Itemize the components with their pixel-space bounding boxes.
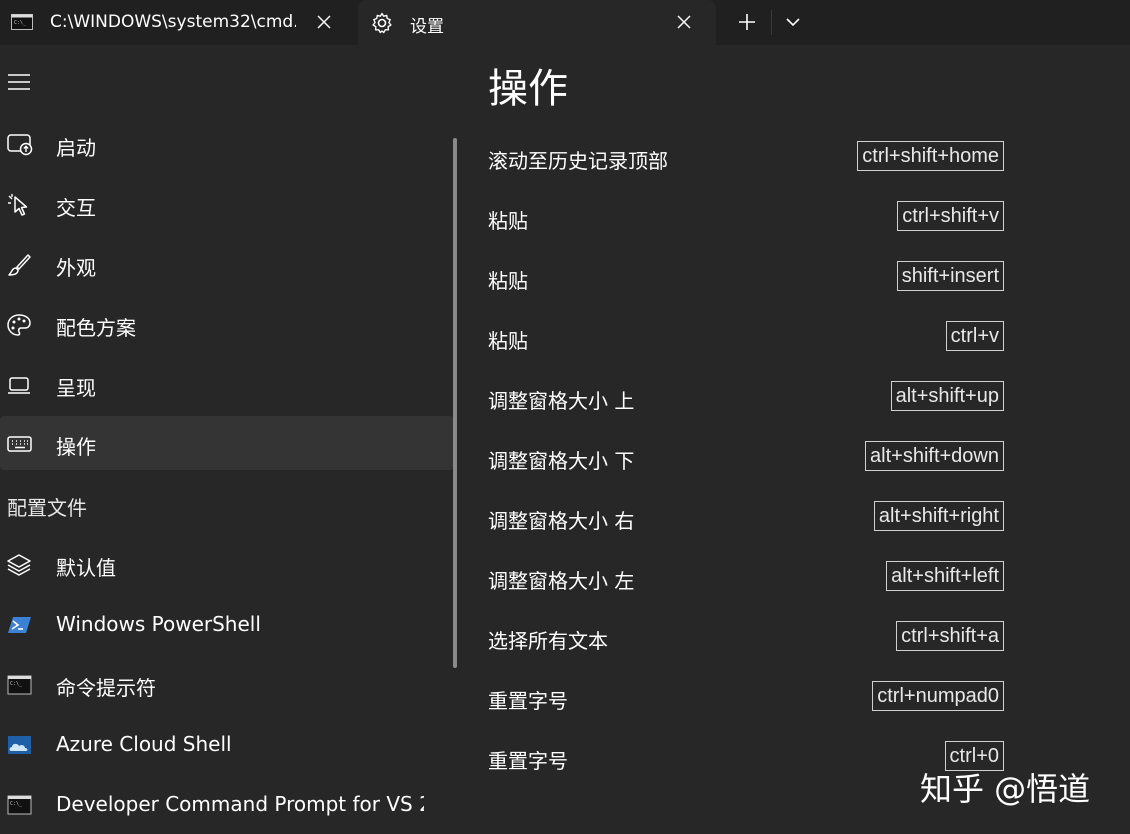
terminal-icon: C:\_ — [11, 14, 33, 30]
tab-strip: C:\_ C:\WINDOWS\system32\cmd.exe 设置 — [0, 0, 1130, 45]
tab-cmd[interactable]: C:\_ C:\WINDOWS\system32\cmd.exe — [0, 0, 356, 45]
laptop-icon — [8, 377, 30, 394]
sidebar-item-label: 启动 — [56, 136, 96, 160]
action-name: 重置字号 — [488, 689, 568, 713]
scrollbar[interactable] — [453, 138, 457, 668]
action-row[interactable]: 调整窗格大小 左 alt+shift+left — [488, 561, 1008, 601]
action-name: 调整窗格大小 下 — [488, 449, 635, 473]
action-row[interactable]: 选择所有文本 ctrl+shift+a — [488, 621, 1008, 661]
page-title: 操作 — [488, 66, 568, 112]
action-row[interactable]: 调整窗格大小 下 alt+shift+down — [488, 441, 1008, 481]
startup-icon — [7, 134, 33, 156]
sidebar: 启动 交互 外观 配色方案 呈现 操作 配置文件 默认值 Windows Pow… — [0, 45, 457, 834]
sidebar-item-azure[interactable]: Azure Cloud Shell — [0, 717, 454, 771]
key-chip[interactable]: ctrl+numpad0 — [872, 681, 1004, 711]
key-chip[interactable]: alt+shift+down — [865, 441, 1004, 471]
sidebar-item-cmd[interactable]: C:\_ 命令提示符 — [0, 657, 454, 711]
svg-text:C:\_: C:\_ — [10, 681, 23, 687]
action-name: 粘贴 — [488, 269, 528, 293]
gear-icon — [372, 12, 392, 34]
svg-text:C:\_: C:\_ — [10, 801, 23, 807]
action-row[interactable]: 粘贴 shift+insert — [488, 261, 1008, 301]
plus-icon[interactable] — [737, 12, 757, 32]
sidebar-item-dev-cmd[interactable]: C:\_ Developer Command Prompt for VS 202… — [0, 777, 454, 831]
sidebar-item-label: 外观 — [56, 256, 96, 280]
sidebar-item-interaction[interactable]: 交互 — [0, 177, 454, 231]
sidebar-item-appearance[interactable]: 外观 — [0, 237, 454, 291]
action-name: 调整窗格大小 左 — [488, 569, 635, 593]
sidebar-item-label: Windows PowerShell — [56, 612, 261, 636]
section-header-profiles: 配置文件 — [7, 496, 87, 520]
action-row[interactable]: 调整窗格大小 上 alt+shift+up — [488, 381, 1008, 421]
action-row[interactable]: 重置字号 ctrl+numpad0 — [488, 681, 1008, 721]
sidebar-item-color-schemes[interactable]: 配色方案 — [0, 297, 454, 351]
close-icon[interactable] — [676, 14, 692, 30]
sidebar-item-label: Developer Command Prompt for VS 2022 — [56, 792, 424, 816]
sidebar-item-label: 默认值 — [56, 556, 116, 580]
tab-title: 设置 — [410, 17, 444, 37]
brush-icon — [8, 254, 31, 276]
action-row[interactable]: 调整窗格大小 右 alt+shift+right — [488, 501, 1008, 541]
action-name: 滚动至历史记录顶部 — [488, 149, 668, 173]
action-name: 调整窗格大小 右 — [488, 509, 635, 533]
sidebar-item-label: 命令提示符 — [56, 676, 156, 700]
azure-icon — [8, 736, 31, 754]
sidebar-item-defaults[interactable]: 默认值 — [0, 537, 454, 591]
divider — [771, 10, 772, 35]
action-name: 粘贴 — [488, 209, 528, 233]
sidebar-item-label: Azure Cloud Shell — [56, 732, 232, 756]
sidebar-item-startup[interactable]: 启动 — [0, 117, 454, 171]
action-row[interactable]: 粘贴 ctrl+shift+v — [488, 201, 1008, 241]
key-chip[interactable]: ctrl+shift+v — [897, 201, 1004, 231]
close-icon[interactable] — [316, 14, 332, 30]
sidebar-item-rendering[interactable]: 呈现 — [0, 357, 454, 411]
tab-title: C:\WINDOWS\system32\cmd.exe — [50, 12, 296, 32]
action-name: 调整窗格大小 上 — [488, 389, 635, 413]
interaction-icon — [8, 194, 28, 216]
key-chip[interactable]: alt+shift+up — [890, 381, 1004, 411]
action-row[interactable]: 滚动至历史记录顶部 ctrl+shift+home — [488, 141, 1008, 181]
tab-settings[interactable]: 设置 — [358, 0, 716, 45]
key-chip[interactable]: alt+shift+left — [886, 561, 1004, 591]
keyboard-icon — [7, 436, 32, 452]
key-chip[interactable]: ctrl+v — [945, 321, 1004, 351]
palette-icon — [7, 314, 31, 336]
cmd-icon: C:\_ — [7, 795, 32, 815]
powershell-icon — [8, 617, 31, 633]
key-chip[interactable]: alt+shift+right — [873, 501, 1004, 531]
cmd-icon: C:\_ — [7, 675, 32, 695]
watermark: 知乎 @悟道 — [920, 770, 1091, 808]
key-chip[interactable]: shift+insert — [896, 261, 1004, 291]
sidebar-item-powershell[interactable]: Windows PowerShell — [0, 597, 454, 651]
sidebar-item-label: 交互 — [56, 196, 96, 220]
svg-text:C:\_: C:\_ — [14, 20, 27, 26]
action-name: 粘贴 — [488, 329, 528, 353]
chevron-down-icon[interactable] — [784, 14, 802, 30]
action-row[interactable]: 粘贴 ctrl+v — [488, 321, 1008, 361]
sidebar-item-label: 操作 — [56, 435, 96, 459]
key-chip[interactable]: ctrl+shift+a — [896, 621, 1004, 651]
sidebar-item-actions[interactable]: 操作 — [0, 416, 454, 470]
sidebar-item-label: 呈现 — [56, 376, 96, 400]
action-name: 选择所有文本 — [488, 629, 608, 653]
key-chip[interactable]: ctrl+shift+home — [857, 141, 1004, 171]
layers-icon — [7, 554, 31, 576]
action-name: 重置字号 — [488, 749, 568, 773]
sidebar-item-label: 配色方案 — [56, 316, 136, 340]
hamburger-menu-icon[interactable] — [7, 72, 31, 92]
